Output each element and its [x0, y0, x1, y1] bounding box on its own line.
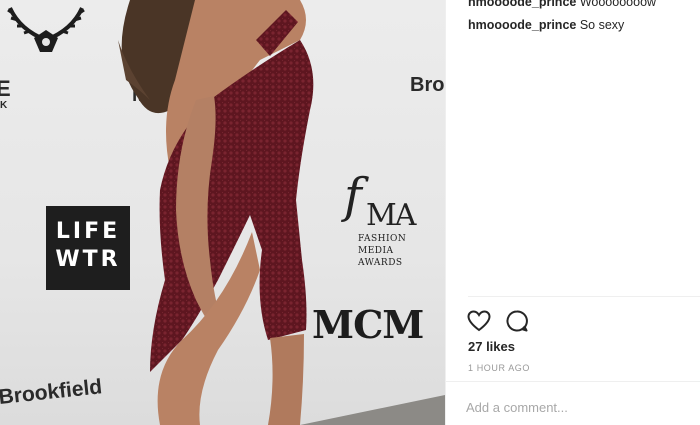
- comment-text: Woooooooow: [579, 0, 657, 9]
- actions-divider: [468, 296, 700, 297]
- add-comment-input[interactable]: [466, 395, 691, 419]
- person-figure: [118, 0, 445, 425]
- comments-panel: hmoooode_prince Woooooooow hmoooode_prin…: [445, 0, 700, 425]
- comment-username[interactable]: hmoooode_prince: [468, 0, 576, 9]
- likes-count[interactable]: 27 likes: [468, 339, 515, 354]
- comment-item: hmoooode_prince Woooooooow: [468, 0, 656, 10]
- like-button[interactable]: [466, 308, 492, 334]
- speech-bubble-icon: [506, 310, 528, 332]
- comment-username[interactable]: hmoooode_prince: [468, 18, 576, 32]
- comment-text: So sexy: [579, 18, 625, 32]
- comment-box-divider: [446, 381, 700, 382]
- comment-button[interactable]: [504, 308, 530, 334]
- post-photo[interactable]: E K M Broo LIFE WTR f MA FASHION MEDIA A…: [0, 0, 445, 425]
- heart-icon: [467, 310, 491, 332]
- post-timestamp[interactable]: 1 HOUR AGO: [468, 363, 530, 373]
- comment-item: hmoooode_prince So sexy: [468, 17, 624, 33]
